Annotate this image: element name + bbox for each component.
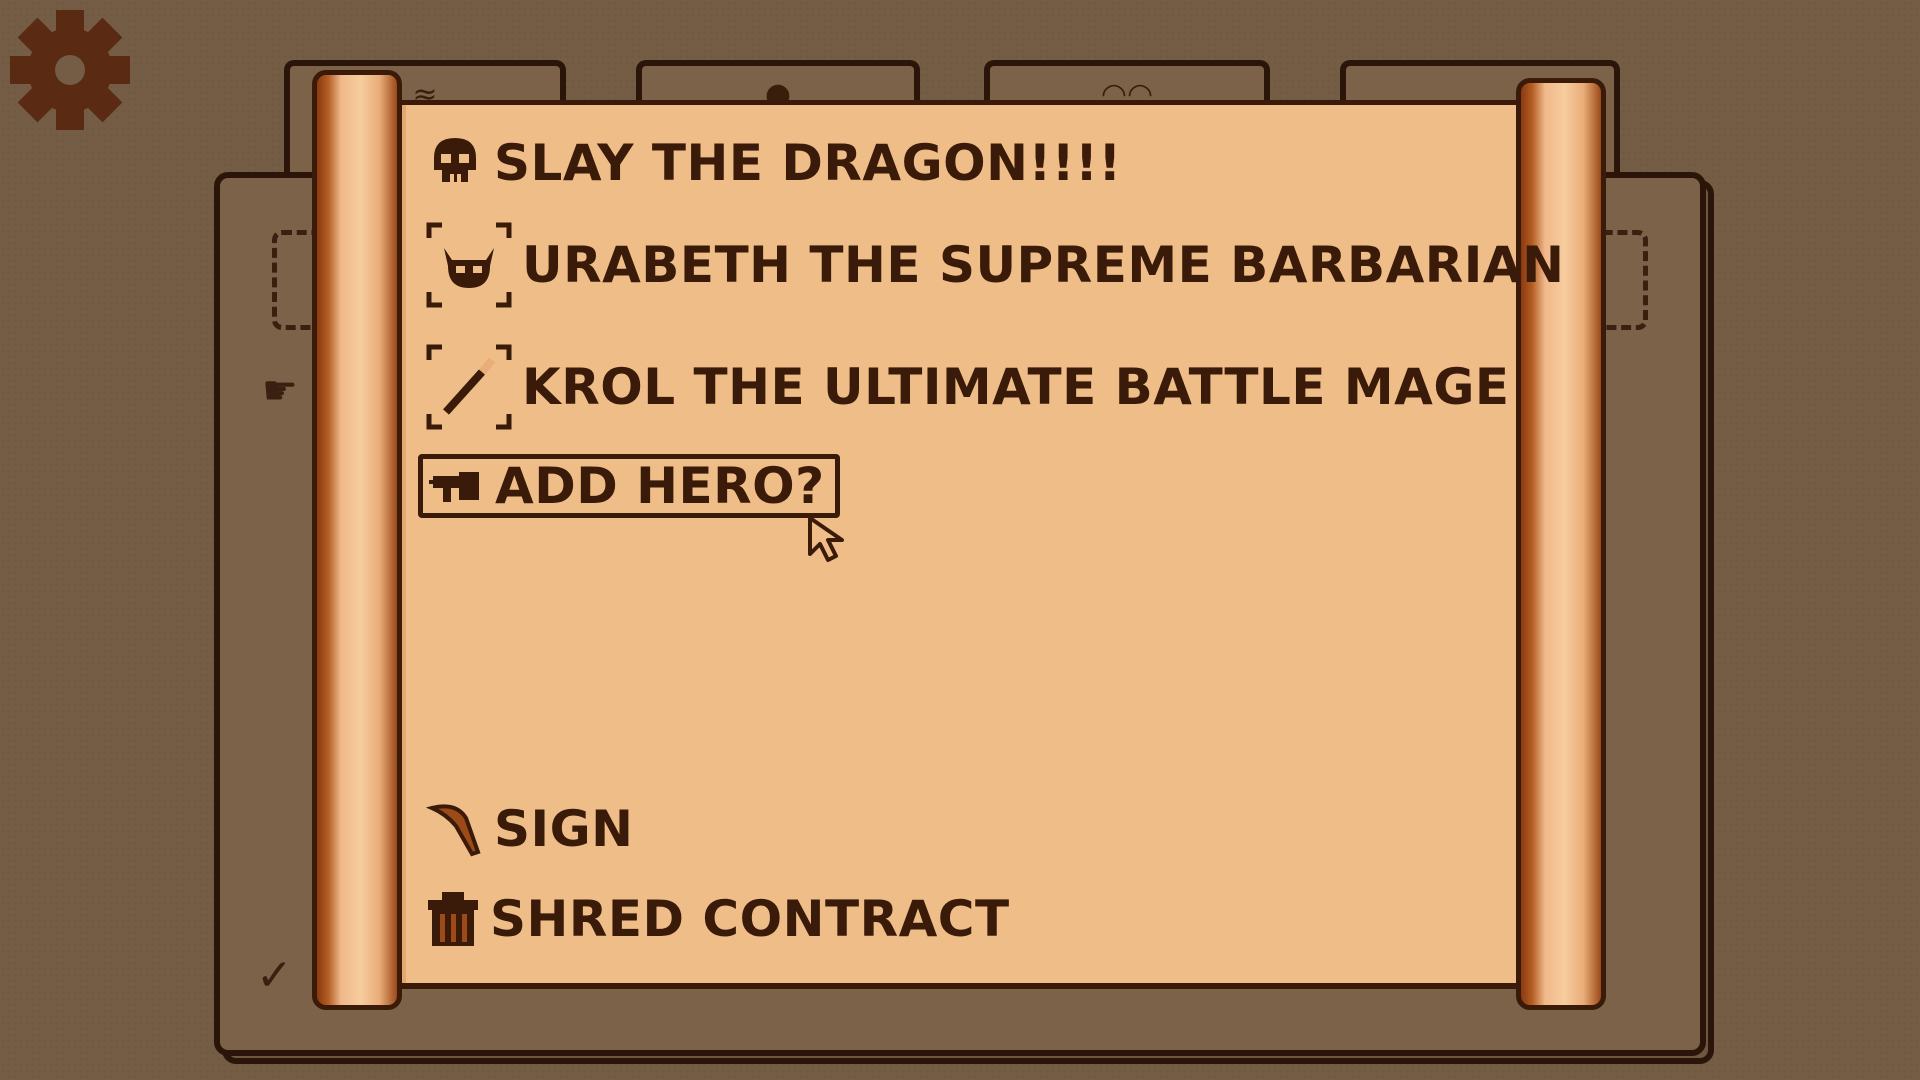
hero-item-krol[interactable]: KROL THE ULTIMATE BATTLE MAGE: [426, 344, 1510, 430]
quest-label: SLAY THE DRAGON!!!!: [494, 134, 1122, 192]
hand-icon-underlying: ☛: [262, 368, 298, 414]
settings-gear-icon[interactable]: [6, 6, 134, 134]
check-icon: ✓: [256, 950, 293, 1001]
trash-icon: [426, 890, 480, 948]
hero-label: URABETH THE SUPREME BARBARIAN: [522, 236, 1565, 294]
add-hero-button[interactable]: ADD HERO?: [418, 454, 840, 518]
sign-label: SIGN: [494, 800, 634, 858]
hero-item-urabeth[interactable]: URABETH THE SUPREME BARBARIAN: [426, 222, 1564, 308]
quill-icon: [426, 800, 484, 858]
cursor-arrow-icon: [806, 514, 852, 568]
horned-helmet-icon: [426, 222, 512, 308]
hero-label: KROL THE ULTIMATE BATTLE MAGE: [522, 358, 1510, 416]
wand-icon: [426, 344, 512, 430]
add-hero-label: ADD HERO?: [495, 457, 825, 515]
skull-icon: [426, 134, 484, 192]
shred-contract-label: SHRED CONTRACT: [490, 890, 1010, 948]
scroll-roller-right: [1516, 78, 1606, 1010]
hand-icon: [429, 466, 485, 506]
sign-button[interactable]: SIGN: [426, 796, 634, 862]
quest-item-slay-dragon[interactable]: SLAY THE DRAGON!!!!: [426, 128, 1122, 198]
scroll-roller-left: [312, 70, 402, 1010]
shred-contract-button[interactable]: SHRED CONTRACT: [426, 886, 1010, 952]
